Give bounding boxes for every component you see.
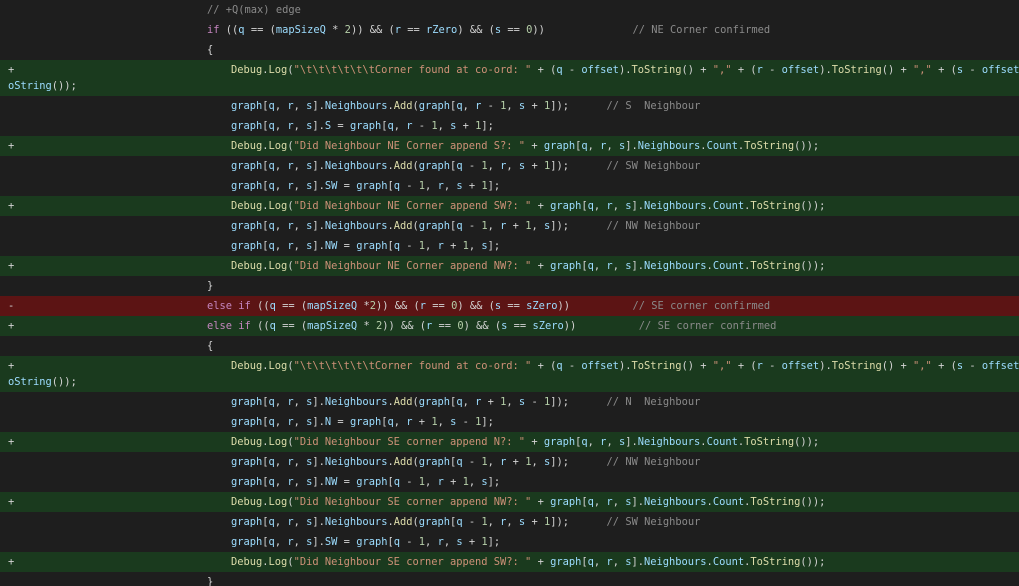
added-line: + Debug.Log("Did Neighbour NE Corner appe…: [0, 256, 1019, 276]
context-line: if ((q == (mapSizeQ * 2)) && (r == rZero…: [0, 20, 1019, 40]
diff-marker: +: [8, 140, 15, 152]
context-line: graph[q, r, s].NW = graph[q - 1, r + 1, …: [0, 472, 1019, 492]
code-text: graph[q, r, s].SW = graph[q - 1, r, s + …: [231, 180, 501, 192]
code-text: if ((q == (mapSizeQ * 2)) && (r == rZero…: [207, 24, 771, 36]
code-text: {: [207, 44, 214, 56]
code-text: Debug.Log("Did Neighbour SE corner appen…: [231, 496, 826, 508]
code-text: {: [207, 340, 214, 352]
context-line: graph[q, r, s].N = graph[q, r + 1, s - 1…: [0, 412, 1019, 432]
code-text: graph[q, r, s].NW = graph[q - 1, r + 1, …: [231, 476, 501, 488]
context-line: {: [0, 336, 1019, 356]
code-text: else if ((q == (mapSizeQ * 2)) && (r == …: [207, 320, 777, 332]
code-text: }: [207, 576, 214, 586]
code-text: else if ((q == (mapSizeQ *2)) && (r == 0…: [207, 300, 771, 312]
removed-line: - else if ((q == (mapSizeQ *2)) && (r == …: [0, 296, 1019, 316]
context-line: }: [0, 572, 1019, 586]
diff-marker: +: [8, 496, 15, 508]
code-text: Debug.Log("Did Neighbour NE Corner appen…: [231, 200, 826, 212]
context-line: graph[q, r, s].Neighbours.Add(graph[q - …: [0, 452, 1019, 472]
context-line: graph[q, r, s].SW = graph[q - 1, r, s + …: [0, 532, 1019, 552]
context-line: // +Q(max) edge: [0, 0, 1019, 20]
code-text: Debug.Log("\t\t\t\t\t\tCorner found at c…: [231, 64, 1019, 76]
code-text: graph[q, r, s].N = graph[q, r + 1, s - 1…: [231, 416, 494, 428]
diff-marker: -: [8, 300, 15, 312]
code-text: graph[q, r, s].Neighbours.Add(graph[q - …: [231, 220, 701, 232]
added-line: + else if ((q == (mapSizeQ * 2)) && (r ==…: [0, 316, 1019, 336]
diff-marker: +: [8, 260, 15, 272]
context-line: graph[q, r, s].Neighbours.Add(graph[q - …: [0, 156, 1019, 176]
code-text: Debug.Log("Did Neighbour NE Corner appen…: [231, 260, 826, 272]
code-wrap-continuation: oString());: [8, 376, 77, 388]
diff-view: // +Q(max) edge if ((q == (mapSizeQ * 2))…: [0, 0, 1019, 586]
added-line: + Debug.Log("\t\t\t\t\t\tCorner found at …: [0, 60, 1019, 96]
context-line: {: [0, 40, 1019, 60]
code-text: graph[q, r, s].Neighbours.Add(graph[q, r…: [231, 396, 701, 408]
context-line: graph[q, r, s].Neighbours.Add(graph[q, r…: [0, 392, 1019, 412]
code-text: graph[q, r, s].S = graph[q, r - 1, s + 1…: [231, 120, 494, 132]
context-line: graph[q, r, s].S = graph[q, r - 1, s + 1…: [0, 116, 1019, 136]
added-line: + Debug.Log("Did Neighbour NE Corner appe…: [0, 136, 1019, 156]
code-text: graph[q, r, s].NW = graph[q - 1, r + 1, …: [231, 240, 501, 252]
code-text: graph[q, r, s].Neighbours.Add(graph[q, r…: [231, 100, 701, 112]
context-line: }: [0, 276, 1019, 296]
code-wrap-continuation: oString());: [8, 80, 77, 92]
diff-marker: +: [8, 320, 15, 332]
code-text: Debug.Log("Did Neighbour SE corner appen…: [231, 556, 826, 568]
added-line: + Debug.Log("Did Neighbour SE corner appe…: [0, 432, 1019, 452]
code-text: graph[q, r, s].Neighbours.Add(graph[q - …: [231, 456, 701, 468]
context-line: graph[q, r, s].Neighbours.Add(graph[q - …: [0, 216, 1019, 236]
context-line: graph[q, r, s].Neighbours.Add(graph[q - …: [0, 512, 1019, 532]
added-line: + Debug.Log("Did Neighbour NE Corner appe…: [0, 196, 1019, 216]
code-text: graph[q, r, s].Neighbours.Add(graph[q - …: [231, 160, 701, 172]
code-text: graph[q, r, s].Neighbours.Add(graph[q - …: [231, 516, 701, 528]
code-text: Debug.Log("Did Neighbour NE Corner appen…: [231, 140, 820, 152]
code-text: }: [207, 280, 214, 292]
added-line: + Debug.Log("\t\t\t\t\t\tCorner found at …: [0, 356, 1019, 392]
code-text: Debug.Log("\t\t\t\t\t\tCorner found at c…: [231, 360, 1019, 372]
added-line: + Debug.Log("Did Neighbour SE corner appe…: [0, 552, 1019, 572]
code-text: Debug.Log("Did Neighbour SE corner appen…: [231, 436, 820, 448]
code-text: // +Q(max) edge: [207, 4, 301, 16]
context-line: graph[q, r, s].SW = graph[q - 1, r, s + …: [0, 176, 1019, 196]
diff-marker: +: [8, 556, 15, 568]
added-line: + Debug.Log("Did Neighbour SE corner appe…: [0, 492, 1019, 512]
code-text: graph[q, r, s].SW = graph[q - 1, r, s + …: [231, 536, 501, 548]
diff-marker: +: [8, 436, 15, 448]
diff-marker: +: [8, 200, 15, 212]
context-line: graph[q, r, s].Neighbours.Add(graph[q, r…: [0, 96, 1019, 116]
context-line: graph[q, r, s].NW = graph[q - 1, r + 1, …: [0, 236, 1019, 256]
